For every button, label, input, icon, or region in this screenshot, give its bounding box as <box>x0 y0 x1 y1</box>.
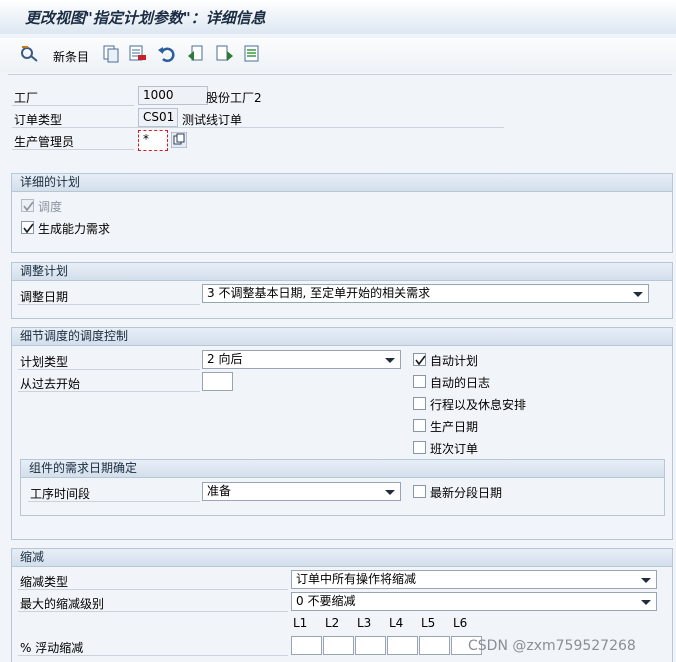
float-l2-field[interactable] <box>323 636 354 655</box>
reduction-type-underline <box>18 589 288 590</box>
automatic-log-label: 自动的日志 <box>430 376 491 390</box>
max-reduction-level-underline <box>18 611 288 612</box>
reduction-title: 缩减 <box>12 549 672 567</box>
application-toolbar: 新条目 <box>0 38 676 72</box>
detailed-planning-title: 详细的计划 <box>12 174 672 192</box>
float-l3-field[interactable] <box>355 636 386 655</box>
reduction-type-label: 缩减类型 <box>20 575 69 589</box>
undo-icon[interactable] <box>157 44 177 64</box>
scheduling-control-title: 细节调度的调度控制 <box>12 328 672 346</box>
max-reduction-level-value: 0 不要缩减 <box>296 594 356 608</box>
start-in-past-underline <box>18 391 200 392</box>
adjust-dates-value: 3 不调整基本日期, 至定单开始的相关需求 <box>207 286 431 300</box>
window-title: 更改视图"指定计划参数"：详细信息 <box>25 9 266 27</box>
capacity-requirements-checkbox[interactable] <box>21 221 34 234</box>
operation-segment-underline <box>28 501 200 502</box>
next-entry-icon[interactable] <box>215 44 235 64</box>
level-l1-label: L1 <box>293 616 308 630</box>
adjust-dates-underline <box>18 304 200 305</box>
operation-segment-label: 工序时间段 <box>30 487 91 501</box>
order-type-field[interactable]: CS01 <box>138 108 178 127</box>
scheduling-type-dropdown[interactable]: 2 向后 <box>202 350 401 369</box>
adjust-dates-label: 调整日期 <box>20 290 69 304</box>
max-reduction-level-label: 最大的缩减级别 <box>20 597 105 611</box>
new-entries-button[interactable]: 新条目 <box>53 48 89 65</box>
watermark-text: CSDN @zxm759527268 <box>468 638 636 654</box>
shift-order-label: 班次订单 <box>430 442 479 456</box>
level-l6-label: L6 <box>453 616 468 630</box>
order-type-label: 订单类型 <box>14 113 63 127</box>
level-l2-label: L2 <box>325 616 340 630</box>
select-all-icon[interactable] <box>242 44 262 64</box>
float-reduction-underline <box>18 655 288 656</box>
order-type-underline <box>12 127 504 128</box>
max-reduction-level-dropdown[interactable]: 0 不要缩减 <box>291 592 657 611</box>
reduction-type-dropdown[interactable]: 订单中所有操作将缩减 <box>291 570 657 589</box>
order-type-description: 测试线订单 <box>182 113 243 127</box>
checkmark-icon <box>415 355 426 366</box>
production-dates-label: 生产日期 <box>430 420 479 434</box>
display-change-icon[interactable] <box>20 44 40 64</box>
copy-icon[interactable] <box>101 44 121 64</box>
mrp-controller-field[interactable]: * <box>138 130 168 151</box>
operation-segment-dropdown[interactable]: 准备 <box>202 482 401 501</box>
start-in-past-field[interactable] <box>202 372 233 391</box>
adjust-scheduling-title: 调整计划 <box>12 263 672 281</box>
capacity-requirements-label: 生成能力需求 <box>38 222 111 236</box>
float-reduction-label: % 浮动缩减 <box>20 641 84 655</box>
chevron-down-icon <box>641 600 651 605</box>
scheduling-checkbox[interactable] <box>21 199 34 212</box>
plant-description: 股份工厂2 <box>206 91 262 105</box>
adjust-dates-dropdown[interactable]: 3 不调整基本日期, 至定单开始的相关需求 <box>202 284 649 303</box>
detailed-planning-group: 详细的计划 <box>11 173 673 253</box>
chevron-down-icon <box>385 490 395 495</box>
copy-value-icon[interactable] <box>171 132 187 148</box>
level-l3-label: L3 <box>357 616 372 630</box>
delete-icon[interactable] <box>128 44 148 64</box>
automatic-scheduling-checkbox[interactable] <box>413 353 426 366</box>
plant-underline <box>12 105 134 106</box>
previous-entry-icon[interactable] <box>186 44 206 64</box>
scheduling-type-value: 2 向后 <box>207 352 243 366</box>
requirement-dates-title: 组件的需求日期确定 <box>21 460 664 478</box>
float-l4-field[interactable] <box>387 636 418 655</box>
chevron-down-icon <box>641 578 651 583</box>
latest-staging-label: 最新分段日期 <box>430 486 503 500</box>
operation-segment-value: 准备 <box>207 484 232 498</box>
float-l5-field[interactable] <box>419 636 450 655</box>
level-l5-label: L5 <box>421 616 436 630</box>
scheduling-type-label: 计划类型 <box>20 355 69 369</box>
latest-staging-checkbox[interactable] <box>413 485 426 498</box>
toolbar-divider <box>8 74 672 75</box>
automatic-scheduling-label: 自动计划 <box>430 354 479 368</box>
scheduling-type-underline <box>18 369 200 370</box>
automatic-log-checkbox[interactable] <box>413 375 426 388</box>
plant-field[interactable]: 1000 <box>138 86 208 105</box>
reduction-type-value: 订单中所有操作将缩减 <box>296 572 417 586</box>
breaks-label: 行程以及休息安排 <box>430 398 527 412</box>
plant-label: 工厂 <box>14 91 39 105</box>
title-bar: 更改视图"指定计划参数"：详细信息 <box>0 0 676 34</box>
production-dates-checkbox[interactable] <box>413 419 426 432</box>
checkmark-icon <box>23 201 34 212</box>
chevron-down-icon <box>385 358 395 363</box>
start-in-past-label: 从过去开始 <box>20 377 81 391</box>
mrp-controller-label: 生产管理员 <box>14 135 75 149</box>
chevron-down-icon <box>633 292 643 297</box>
scheduling-label: 调度 <box>38 200 63 214</box>
mrp-controller-underline <box>12 149 134 150</box>
breaks-checkbox[interactable] <box>413 397 426 410</box>
shift-order-checkbox[interactable] <box>413 441 426 454</box>
float-l1-field[interactable] <box>291 636 322 655</box>
level-l4-label: L4 <box>389 616 404 630</box>
checkmark-icon <box>23 223 34 234</box>
